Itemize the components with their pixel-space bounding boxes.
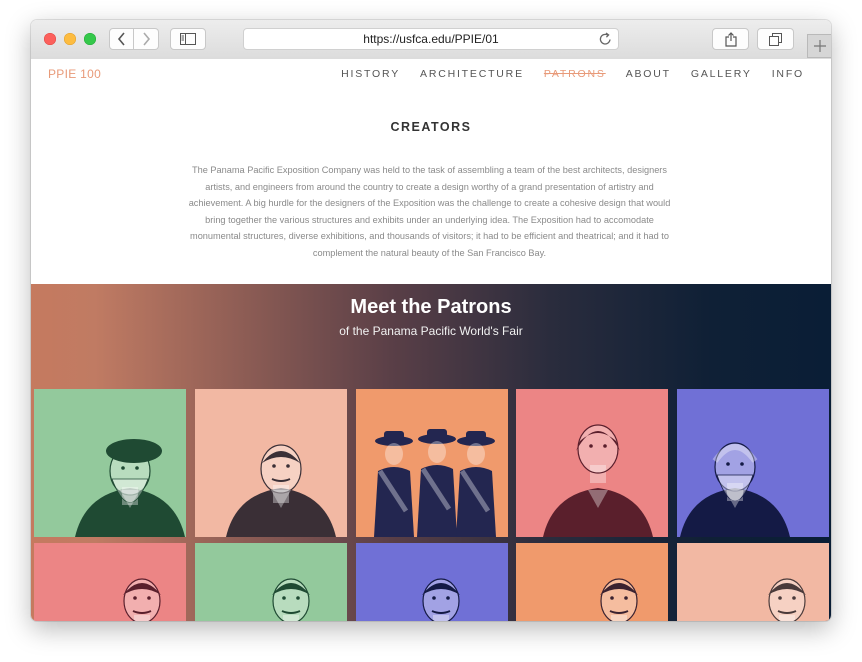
- patron-portrait: [374, 429, 496, 537]
- patron-tile[interactable]: [677, 389, 829, 537]
- creators-section: CREATORS The Panama Pacific Exposition C…: [31, 90, 831, 284]
- creators-line: monumental structures, diverse exhibitio…: [190, 231, 669, 242]
- nav-link-architecture[interactable]: ARCHITECTURE: [420, 68, 524, 80]
- patron-portrait: [422, 578, 460, 621]
- back-button[interactable]: [109, 28, 134, 50]
- forward-button[interactable]: [134, 28, 159, 50]
- patrons-subtitle: of the Panama Pacific World's Fair: [339, 324, 523, 338]
- tabs-icon: [769, 32, 782, 46]
- nav-link-history[interactable]: HISTORY: [341, 68, 400, 80]
- browser-window: https://usfca.edu/PPIE/01 PPIE 100 HISTO…: [31, 20, 831, 621]
- share-button[interactable]: [712, 28, 749, 50]
- creators-heading: CREATORS: [390, 120, 472, 134]
- patron-portrait: [123, 578, 161, 621]
- nav-link-patrons[interactable]: PATRONS: [544, 68, 606, 80]
- patron-portrait: [768, 578, 806, 621]
- share-icon: [724, 31, 737, 47]
- address-bar[interactable]: https://usfca.edu/PPIE/01: [243, 28, 619, 50]
- nav-link-gallery[interactable]: GALLERY: [691, 68, 752, 80]
- patron-portrait: [600, 578, 638, 621]
- creators-line: complement the natural beauty of the San…: [312, 247, 547, 258]
- zoom-window-button[interactable]: [84, 33, 96, 45]
- patron-portrait: [543, 424, 653, 537]
- creators-line: bring together the various structures an…: [205, 214, 654, 225]
- patron-tile[interactable]: [195, 543, 347, 621]
- close-window-button[interactable]: [44, 33, 56, 45]
- patron-tile[interactable]: [195, 389, 347, 537]
- nav-links: HISTORY ARCHITECTURE PATRONS ABOUT GALLERY IN…: [341, 68, 804, 80]
- url-text[interactable]: https://usfca.edu/PPIE/01: [244, 32, 618, 46]
- creators-line: The Panama Pacific Exposition Company wa…: [192, 165, 667, 175]
- patron-tile[interactable]: [34, 389, 186, 537]
- new-tab-button[interactable]: [807, 34, 831, 58]
- chevron-right-icon: [143, 32, 151, 46]
- patron-tile[interactable]: [516, 389, 668, 537]
- patron-tile[interactable]: [677, 543, 829, 621]
- plus-icon: [813, 40, 826, 52]
- patrons-section: Meet the Patrons of the Panama Pacific W…: [31, 284, 831, 621]
- creators-paragraph: The Panama Pacific Exposition Company wa…: [174, 162, 685, 262]
- site-logo[interactable]: PPIE 100: [48, 67, 101, 81]
- creators-line: achievement. A big hurdle for the design…: [188, 198, 671, 209]
- site-navigation: PPIE 100 HISTORY ARCHITECTURE PATRONS ABOUT…: [31, 59, 831, 91]
- minimize-window-button[interactable]: [64, 33, 76, 45]
- patron-portrait: [226, 444, 336, 537]
- chevron-left-icon: [117, 32, 125, 46]
- patron-tile[interactable]: [356, 389, 508, 537]
- patron-tile[interactable]: [356, 543, 508, 621]
- browser-toolbar: https://usfca.edu/PPIE/01: [31, 20, 831, 60]
- sidebar-icon: [180, 33, 196, 45]
- patron-portrait: [272, 578, 310, 621]
- reload-icon[interactable]: [599, 32, 612, 46]
- patron-portrait: [680, 442, 790, 537]
- patron-tile[interactable]: [34, 543, 186, 621]
- patron-portrait: [75, 439, 185, 537]
- patron-tile[interactable]: [516, 543, 668, 621]
- nav-link-about[interactable]: ABOUT: [626, 68, 671, 80]
- creators-line: artists, and engineers from around the c…: [205, 181, 654, 192]
- nav-link-info[interactable]: INFO: [772, 68, 804, 80]
- tab-overview-button[interactable]: [757, 28, 794, 50]
- sidebar-toggle-button[interactable]: [170, 28, 206, 50]
- patrons-title: Meet the Patrons: [350, 296, 512, 318]
